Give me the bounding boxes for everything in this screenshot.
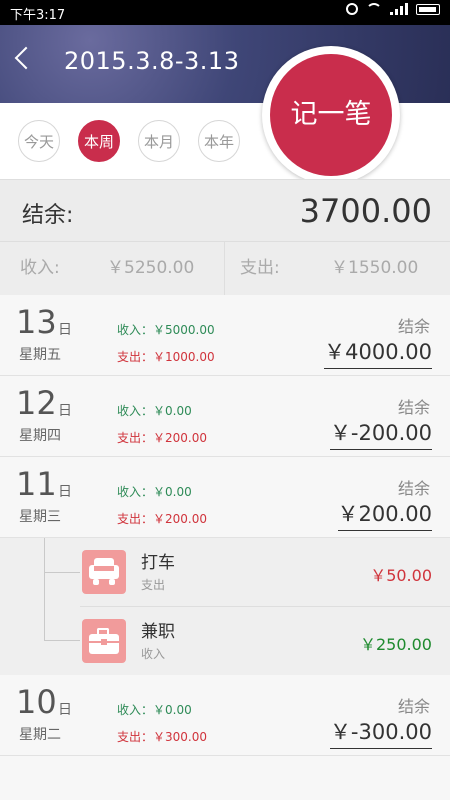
weekday: 星期二 bbox=[19, 727, 61, 743]
income-value: ￥5250.00 bbox=[107, 258, 195, 278]
day-row[interactable]: 13 日 星期五 收入：￥5000.00 支出：￥1000.00 结余 ￥400… bbox=[0, 295, 450, 376]
detail-name: 打车 bbox=[141, 553, 175, 573]
balance-value: 3700.00 bbox=[299, 192, 432, 230]
day-income: 收入：￥0.00 bbox=[117, 703, 192, 717]
balance-label: 结余: bbox=[22, 203, 74, 228]
day-balance: ￥-200.00 bbox=[329, 417, 432, 450]
day-balance: ￥200.00 bbox=[337, 498, 432, 531]
tree-line bbox=[44, 572, 80, 573]
briefcase-icon bbox=[82, 619, 126, 663]
detail-type: 支出 bbox=[141, 578, 166, 592]
income-label: 收入: bbox=[20, 258, 60, 278]
day-suffix: 日 bbox=[58, 322, 72, 338]
day-suffix: 日 bbox=[58, 484, 72, 500]
expense-value: ￥1550.00 bbox=[331, 258, 419, 278]
alarm-icon bbox=[346, 3, 358, 15]
status-time: 下午3:17 bbox=[10, 8, 66, 23]
day-number: 10 bbox=[16, 683, 57, 721]
day-list: 13 日 星期五 收入：￥5000.00 支出：￥1000.00 结余 ￥400… bbox=[0, 295, 450, 800]
day-balance-label: 结余 bbox=[397, 317, 430, 336]
day-expense: 支出：￥200.00 bbox=[117, 431, 207, 445]
income-expense-row: 收入: ￥5250.00 支出: ￥1550.00 bbox=[0, 241, 450, 296]
weekday: 星期三 bbox=[19, 509, 61, 525]
day-balance-label: 结余 bbox=[397, 479, 430, 498]
day-number: 12 bbox=[16, 384, 57, 422]
page-title: 2015.3.8-3.13 bbox=[64, 47, 240, 75]
day-row[interactable]: 12 日 星期四 收入：￥0.00 支出：￥200.00 结余 ￥-200.00 bbox=[0, 376, 450, 457]
day-balance: ￥-300.00 bbox=[329, 716, 432, 749]
detail-amount: ￥50.00 bbox=[370, 566, 432, 585]
divider bbox=[224, 242, 225, 295]
wifi-icon bbox=[366, 3, 382, 15]
detail-item-part-time[interactable]: 兼职 收入 ￥250.00 bbox=[80, 607, 450, 675]
day-balance-label: 结余 bbox=[397, 398, 430, 417]
day-balance-label: 结余 bbox=[397, 697, 430, 716]
status-icons bbox=[346, 3, 440, 15]
tab-this-week[interactable]: 本周 bbox=[78, 120, 120, 162]
expense-label: 支出: bbox=[240, 258, 280, 278]
day-row[interactable]: 10 日 星期二 收入：￥0.00 支出：￥300.00 结余 ￥-300.00 bbox=[0, 675, 450, 756]
tree-line bbox=[44, 538, 45, 640]
tree-line bbox=[44, 640, 80, 641]
record-button[interactable]: 记一笔 bbox=[262, 46, 400, 184]
day-expense: 支出：￥300.00 bbox=[117, 730, 207, 744]
day-income: 收入：￥0.00 bbox=[117, 485, 192, 499]
detail-name: 兼职 bbox=[141, 622, 175, 642]
day-number: 13 bbox=[16, 303, 57, 341]
detail-type: 收入 bbox=[141, 647, 166, 661]
tab-today[interactable]: 今天 bbox=[18, 120, 60, 162]
day-number: 11 bbox=[16, 465, 57, 503]
day-income: 收入：￥0.00 bbox=[117, 404, 192, 418]
day-expense: 支出：￥200.00 bbox=[117, 512, 207, 526]
day-details: 打车 支出 ￥50.00 兼职 收入 ￥250.00 bbox=[0, 538, 450, 675]
weekday: 星期五 bbox=[19, 347, 61, 363]
day-income: 收入：￥5000.00 bbox=[117, 323, 215, 337]
detail-item-taxi[interactable]: 打车 支出 ￥50.00 bbox=[80, 538, 450, 607]
record-button-label: 记一笔 bbox=[270, 54, 392, 176]
day-row[interactable]: 11 日 星期三 收入：￥0.00 支出：￥200.00 结余 ￥200.00 bbox=[0, 457, 450, 538]
detail-amount: ￥250.00 bbox=[360, 635, 432, 654]
status-bar: 下午3:17 bbox=[0, 0, 450, 25]
day-expense: 支出：￥1000.00 bbox=[117, 350, 215, 364]
battery-icon bbox=[416, 3, 440, 15]
day-suffix: 日 bbox=[58, 403, 72, 419]
balance-row: 结余: 3700.00 bbox=[0, 179, 450, 242]
tab-this-month[interactable]: 本月 bbox=[138, 120, 180, 162]
weekday: 星期四 bbox=[19, 428, 61, 444]
day-suffix: 日 bbox=[58, 702, 72, 718]
signal-icon bbox=[390, 3, 408, 15]
day-balance: ￥4000.00 bbox=[324, 336, 432, 369]
back-icon[interactable] bbox=[14, 46, 38, 70]
taxi-icon bbox=[82, 550, 126, 594]
tab-this-year[interactable]: 本年 bbox=[198, 120, 240, 162]
